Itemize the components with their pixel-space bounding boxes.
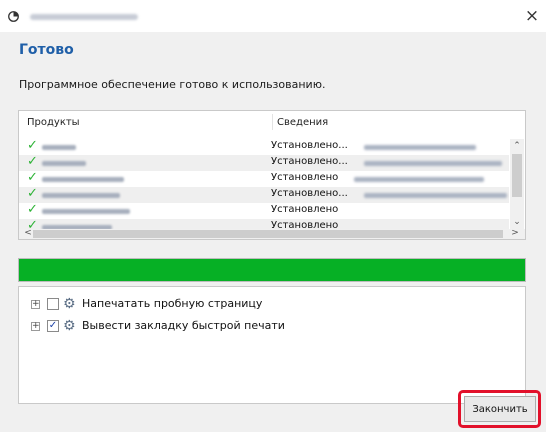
install-status: Установлено	[271, 220, 339, 229]
checkmark-icon: ✓	[27, 202, 38, 217]
product-name-redacted	[42, 145, 76, 150]
checkmark-icon: ✓	[27, 154, 38, 169]
expand-icon[interactable]: +	[31, 322, 40, 331]
expand-icon[interactable]: +	[31, 300, 40, 309]
details-redacted	[354, 177, 484, 182]
highlight-box	[458, 390, 541, 428]
table-row[interactable]: ✓ Установлено	[19, 170, 509, 187]
close-icon[interactable]: ×	[521, 6, 543, 26]
checkmark-icon: ✓	[27, 139, 38, 153]
progress-bar	[18, 258, 526, 282]
horizontal-scrollbar[interactable]: < >	[19, 226, 525, 239]
vertical-scrollbar[interactable]: ⌃ ⌄	[510, 139, 524, 229]
test-page-checkbox[interactable]	[47, 298, 59, 310]
quick-print-checkbox[interactable]: ✓	[47, 320, 59, 332]
scroll-right-arrow-icon[interactable]: >	[508, 226, 522, 239]
window-title-redacted	[30, 14, 138, 20]
title-bar: ×	[0, 0, 546, 32]
installer-disc-icon	[8, 11, 19, 22]
checkmark-icon: ✓	[27, 186, 38, 201]
dialog-body: Готово Программное обеспечение готово к …	[0, 32, 546, 432]
details-redacted	[364, 161, 502, 166]
details-redacted	[364, 193, 507, 198]
table-row[interactable]: ✓ Установлено	[19, 218, 509, 229]
horizontal-scroll-thumb[interactable]	[33, 230, 503, 238]
column-divider[interactable]	[272, 114, 273, 130]
table-row[interactable]: ✓ Установлено...	[19, 154, 509, 171]
table-row[interactable]: ✓ Установлено	[19, 202, 509, 219]
page-title: Готово	[19, 42, 74, 58]
status-description: Программное обеспечение готово к использ…	[19, 78, 326, 91]
install-status: Установлено...	[271, 156, 348, 167]
product-name-redacted	[42, 193, 120, 198]
table-row[interactable]: ✓ Установлено...	[19, 186, 509, 203]
table-row[interactable]: ✓ Установлено...	[19, 139, 509, 155]
install-status: Установлено	[271, 204, 339, 215]
scroll-up-arrow-icon[interactable]: ⌃	[510, 139, 524, 153]
product-name-redacted	[42, 177, 124, 182]
options-tree: + ⚙ Напечатать пробную страницу + ✓ ⚙ Вы…	[18, 286, 526, 404]
products-rows: ✓ Установлено... ✓ Установлено... ✓ Уста…	[19, 139, 509, 229]
gear-icon: ⚙	[63, 318, 76, 334]
install-status: Установлено	[271, 172, 339, 183]
progress-bar-fill	[19, 259, 525, 281]
vertical-scroll-thumb[interactable]	[512, 154, 522, 197]
install-status: Установлено...	[271, 188, 348, 199]
install-status: Установлено...	[271, 140, 348, 151]
column-header-details[interactable]: Сведения	[277, 117, 328, 128]
product-name-redacted	[42, 161, 86, 166]
details-redacted	[364, 145, 476, 150]
checkmark-icon: ✓	[27, 170, 38, 185]
products-list: Продукты Сведения ✓ Установлено... ✓ Уст…	[18, 110, 526, 240]
product-name-redacted	[42, 209, 130, 214]
option-label: Напечатать пробную страницу	[82, 297, 263, 310]
option-label: Вывести закладку быстрой печати	[82, 319, 285, 332]
gear-icon: ⚙	[63, 296, 76, 312]
column-header-products[interactable]: Продукты	[27, 117, 80, 128]
